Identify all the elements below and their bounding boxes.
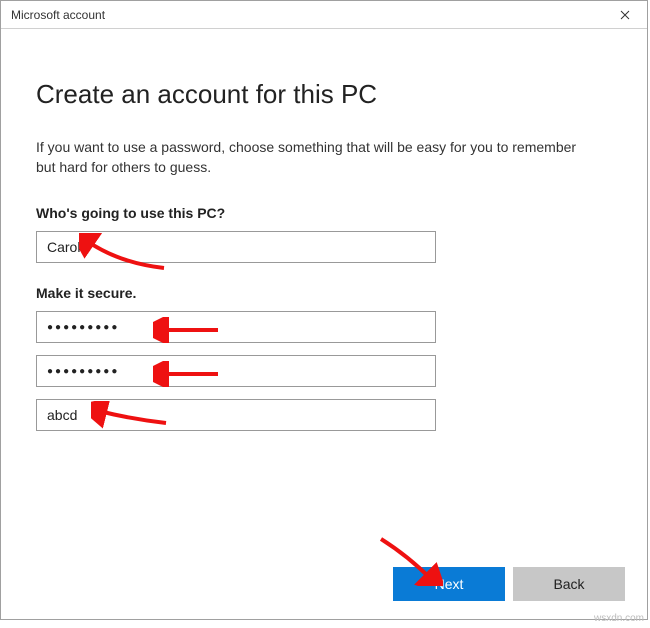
- page-description: If you want to use a password, choose so…: [36, 138, 596, 177]
- password-input[interactable]: [36, 311, 436, 343]
- close-icon: [620, 7, 630, 23]
- secure-section-label: Make it secure.: [36, 285, 612, 301]
- titlebar: Microsoft account: [1, 1, 647, 29]
- content-area: Create an account for this PC If you wan…: [1, 29, 647, 443]
- close-button[interactable]: [602, 1, 647, 29]
- page-title: Create an account for this PC: [36, 79, 612, 110]
- username-input[interactable]: [36, 231, 436, 263]
- dialog-window: Microsoft account Create an account for …: [0, 0, 648, 620]
- confirm-password-input[interactable]: [36, 355, 436, 387]
- next-button[interactable]: Next: [393, 567, 505, 601]
- back-button[interactable]: Back: [513, 567, 625, 601]
- password-hint-input[interactable]: [36, 399, 436, 431]
- username-section-label: Who's going to use this PC?: [36, 205, 612, 221]
- footer-buttons: Next Back: [393, 567, 625, 601]
- watermark-text: wsxdn.com: [594, 613, 644, 624]
- window-title: Microsoft account: [11, 8, 602, 22]
